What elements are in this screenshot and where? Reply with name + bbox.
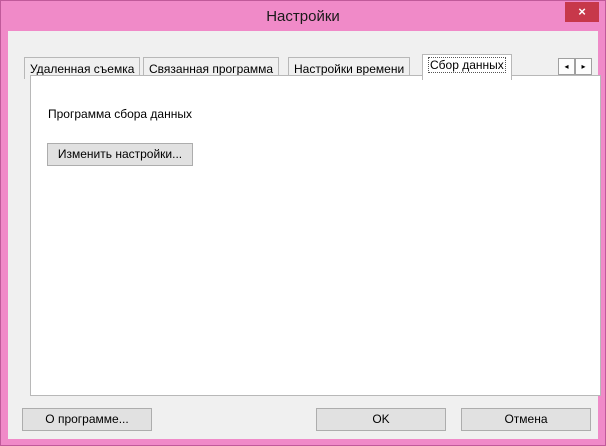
tab-label: Настройки времени — [294, 62, 405, 76]
tab-label: Связанная программа — [149, 62, 274, 76]
change-settings-button[interactable]: Изменить настройки... — [47, 143, 193, 166]
scroll-right-button[interactable]: ▸ — [575, 58, 592, 75]
close-icon: × — [578, 4, 586, 19]
tab-data-collection[interactable]: Сбор данных — [422, 54, 512, 80]
scroll-left-button[interactable]: ◂ — [558, 58, 575, 75]
tab-label: Сбор данных — [428, 57, 506, 73]
title-bar[interactable]: Настройки × — [1, 1, 605, 31]
dialog-body: Удаленная съемка Связанная программа Нас… — [8, 31, 601, 439]
close-button[interactable]: × — [565, 2, 599, 22]
tab-label: Удаленная съемка — [30, 62, 135, 76]
cancel-button[interactable]: Отмена — [461, 408, 591, 431]
data-collection-program-label: Программа сбора данных — [48, 107, 192, 121]
window-title: Настройки — [266, 8, 340, 25]
ok-button[interactable]: OK — [316, 408, 446, 431]
tab-scroll-control: ◂ ▸ — [558, 58, 594, 76]
tab-content-panel — [30, 75, 601, 396]
settings-window: Настройки × Удаленная съемка Связанная п… — [0, 0, 606, 446]
about-button[interactable]: О программе... — [22, 408, 152, 431]
arrow-left-icon: ◂ — [564, 62, 569, 71]
arrow-right-icon: ▸ — [581, 62, 586, 71]
